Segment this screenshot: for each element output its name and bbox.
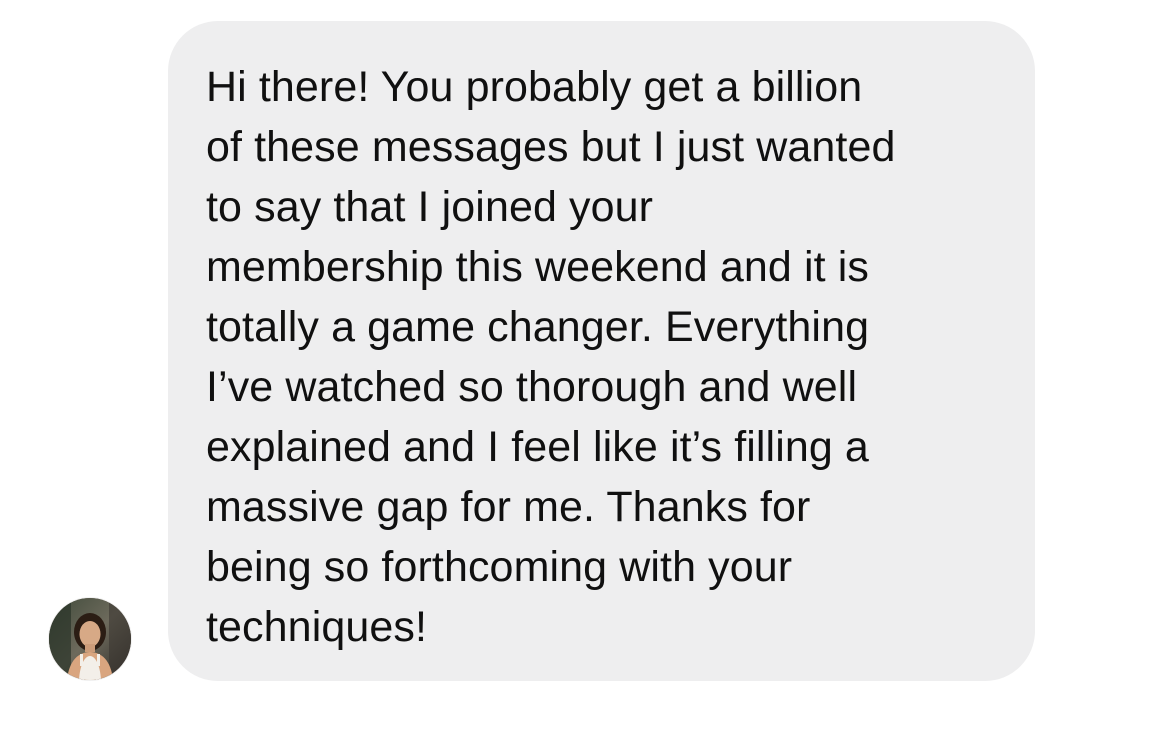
sender-avatar[interactable] [49, 598, 131, 680]
chat-area: Hi there! You probably get a billion of … [0, 0, 1170, 741]
message-bubble[interactable]: Hi there! You probably get a billion of … [168, 21, 1035, 681]
received-message-row: Hi there! You probably get a billion of … [0, 0, 1170, 741]
message-text: Hi there! You probably get a billion of … [206, 63, 896, 651]
user-avatar-photo-icon [49, 598, 131, 680]
